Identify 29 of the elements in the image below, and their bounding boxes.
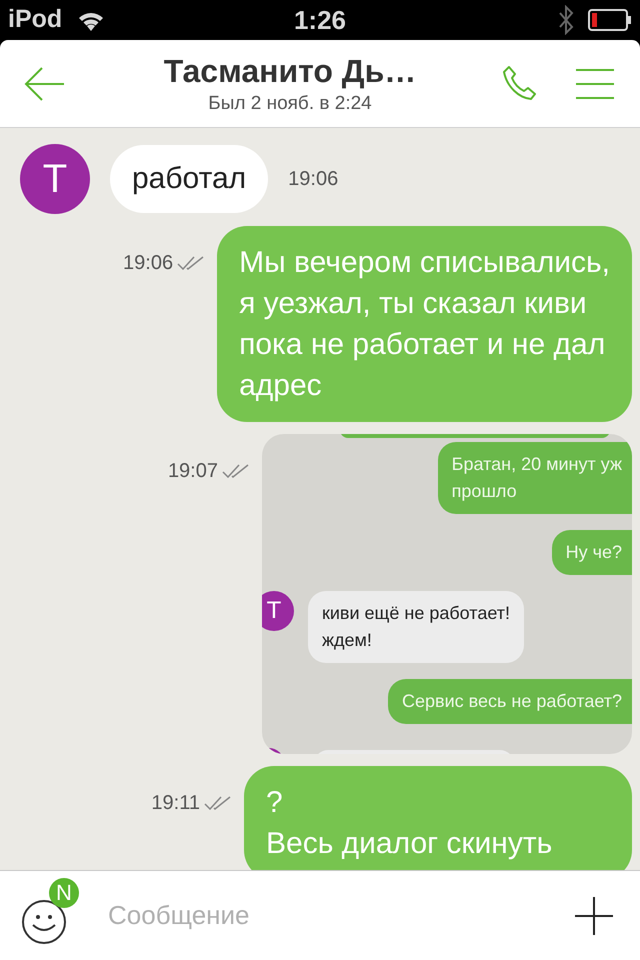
menu-icon [576, 68, 614, 98]
message-bubble: Братан, 20 минут уж прошло [438, 442, 632, 514]
message-time: 19:06 [123, 251, 174, 276]
message-time: 19:11 [151, 791, 200, 816]
double-check-icon [222, 464, 250, 478]
avatar: T [20, 144, 90, 214]
smiley-icon [21, 898, 67, 944]
message-time: 19:07 [168, 459, 218, 484]
back-arrow-icon [24, 66, 66, 100]
composer-bar[interactable]: N Сообщение [0, 870, 640, 960]
chat-title: Тасманито Дь… [164, 52, 416, 90]
double-check-icon [177, 256, 206, 270]
phone-icon [501, 64, 539, 102]
message-bubble: Сервис весь не работает? [388, 679, 632, 724]
last-seen-label: Был 2 нояб. в 2:24 [208, 92, 372, 116]
double-check-icon [204, 796, 232, 810]
plus-icon [575, 896, 613, 934]
new-badge: N [49, 878, 79, 908]
battery-icon [588, 9, 632, 31]
bluetooth-icon [558, 5, 574, 35]
carrier-label: iPod [8, 4, 62, 36]
message-time: 19:06 [288, 167, 338, 192]
avatar: T [262, 591, 294, 631]
message-bubble: работал [110, 145, 268, 213]
message-bubble: Мы вечером списывались, я уезжал, ты сказал киви пока не работает и не дал адрес [217, 226, 632, 422]
status-time: 1:26 [294, 4, 346, 36]
message-bubble: киви ещё не работает! ждем! [308, 591, 524, 663]
message-bubble: ? Весь диалог скинуть [244, 766, 632, 870]
message-bubble: Ну че? [552, 530, 632, 575]
